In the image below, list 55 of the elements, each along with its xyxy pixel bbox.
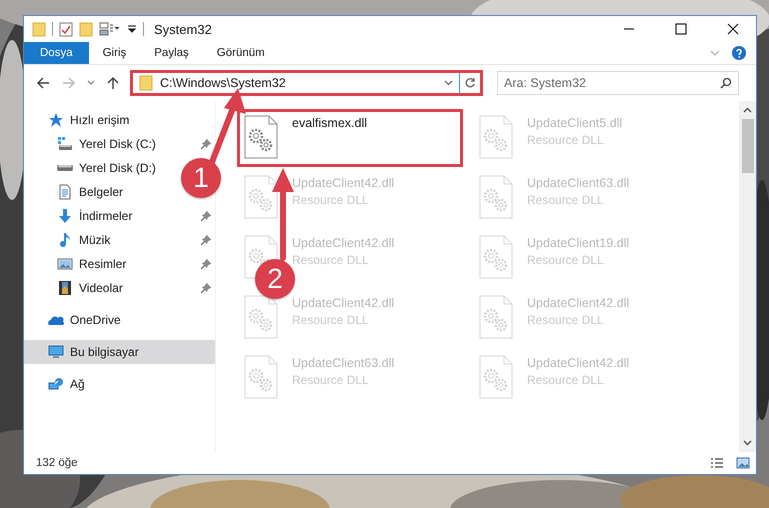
computer-icon: [48, 344, 64, 360]
picture-icon: [57, 256, 73, 272]
details-view-icon[interactable]: [710, 457, 724, 469]
nav-item[interactable]: Ağ: [24, 372, 89, 396]
nav-item[interactable]: İndirmeler: [24, 204, 136, 228]
nav-item[interactable]: Bu bilgisayar: [24, 340, 215, 364]
nav-item[interactable]: Yerel Disk (C:): [24, 132, 160, 156]
pin-icon[interactable]: [200, 138, 211, 150]
ribbon-tab[interactable]: Giriş: [88, 42, 140, 64]
view-icon[interactable]: [99, 21, 121, 37]
forward-arrow-icon: [62, 76, 76, 90]
nav-item[interactable]: OneDrive: [24, 308, 125, 332]
pin-icon[interactable]: [200, 282, 211, 294]
window-title: System32: [154, 22, 213, 36]
pin-icon[interactable]: [200, 210, 211, 222]
help-icon[interactable]: [732, 46, 746, 60]
nav-item[interactable]: Videolar: [24, 276, 127, 300]
nav-item[interactable]: Yerel Disk (D:): [24, 156, 160, 180]
scroll-down-icon[interactable]: [743, 440, 752, 446]
nav-item[interactable]: Müzik: [24, 228, 114, 252]
music-note-icon: [57, 232, 73, 248]
large-icons-view-icon[interactable]: [736, 457, 750, 469]
ribbon-tab[interactable]: Görünüm: [202, 42, 279, 64]
refresh-icon: [464, 77, 476, 89]
drive-icon: [57, 165, 73, 171]
search-icon[interactable]: [720, 77, 732, 89]
properties-icon[interactable]: [59, 21, 73, 37]
nav-item[interactable]: Resimler: [24, 252, 130, 276]
film-icon: [57, 280, 73, 296]
star-icon: [48, 112, 64, 128]
expand-ribbon-icon[interactable]: [710, 49, 720, 57]
folder-icon: [138, 75, 154, 91]
pin-icon[interactable]: [200, 258, 211, 270]
close-icon: [727, 23, 739, 35]
nav-item[interactable]: Belgeler: [24, 180, 128, 204]
download-icon: [57, 208, 73, 224]
up-arrow-icon: [106, 76, 120, 90]
scrollbar[interactable]: [739, 101, 756, 452]
nav-item[interactable]: Hızlı erişim: [24, 108, 134, 132]
ribbon-tab[interactable]: Paylaş: [140, 42, 203, 64]
dropdown-icon[interactable]: [444, 80, 453, 86]
back-arrow-icon: [36, 76, 50, 90]
pin-icon[interactable]: [200, 234, 211, 246]
maximize-icon: [675, 23, 687, 35]
file-name[interactable]: evalfismex.dll: [292, 116, 368, 130]
address-path: C:\Windows\System32: [160, 76, 287, 90]
network-icon: [48, 376, 64, 392]
document-icon: [57, 184, 73, 200]
item-count: 132 öğe: [36, 457, 79, 469]
drive-icon: [57, 136, 73, 152]
scroll-up-icon[interactable]: [743, 107, 752, 113]
search-field[interactable]: Ara: System32: [497, 71, 739, 95]
ribbon-tab[interactable]: Dosya: [24, 42, 89, 64]
address-bar[interactable]: C:\Windows\System32: [130, 70, 483, 96]
scroll-thumb[interactable]: [742, 119, 754, 173]
